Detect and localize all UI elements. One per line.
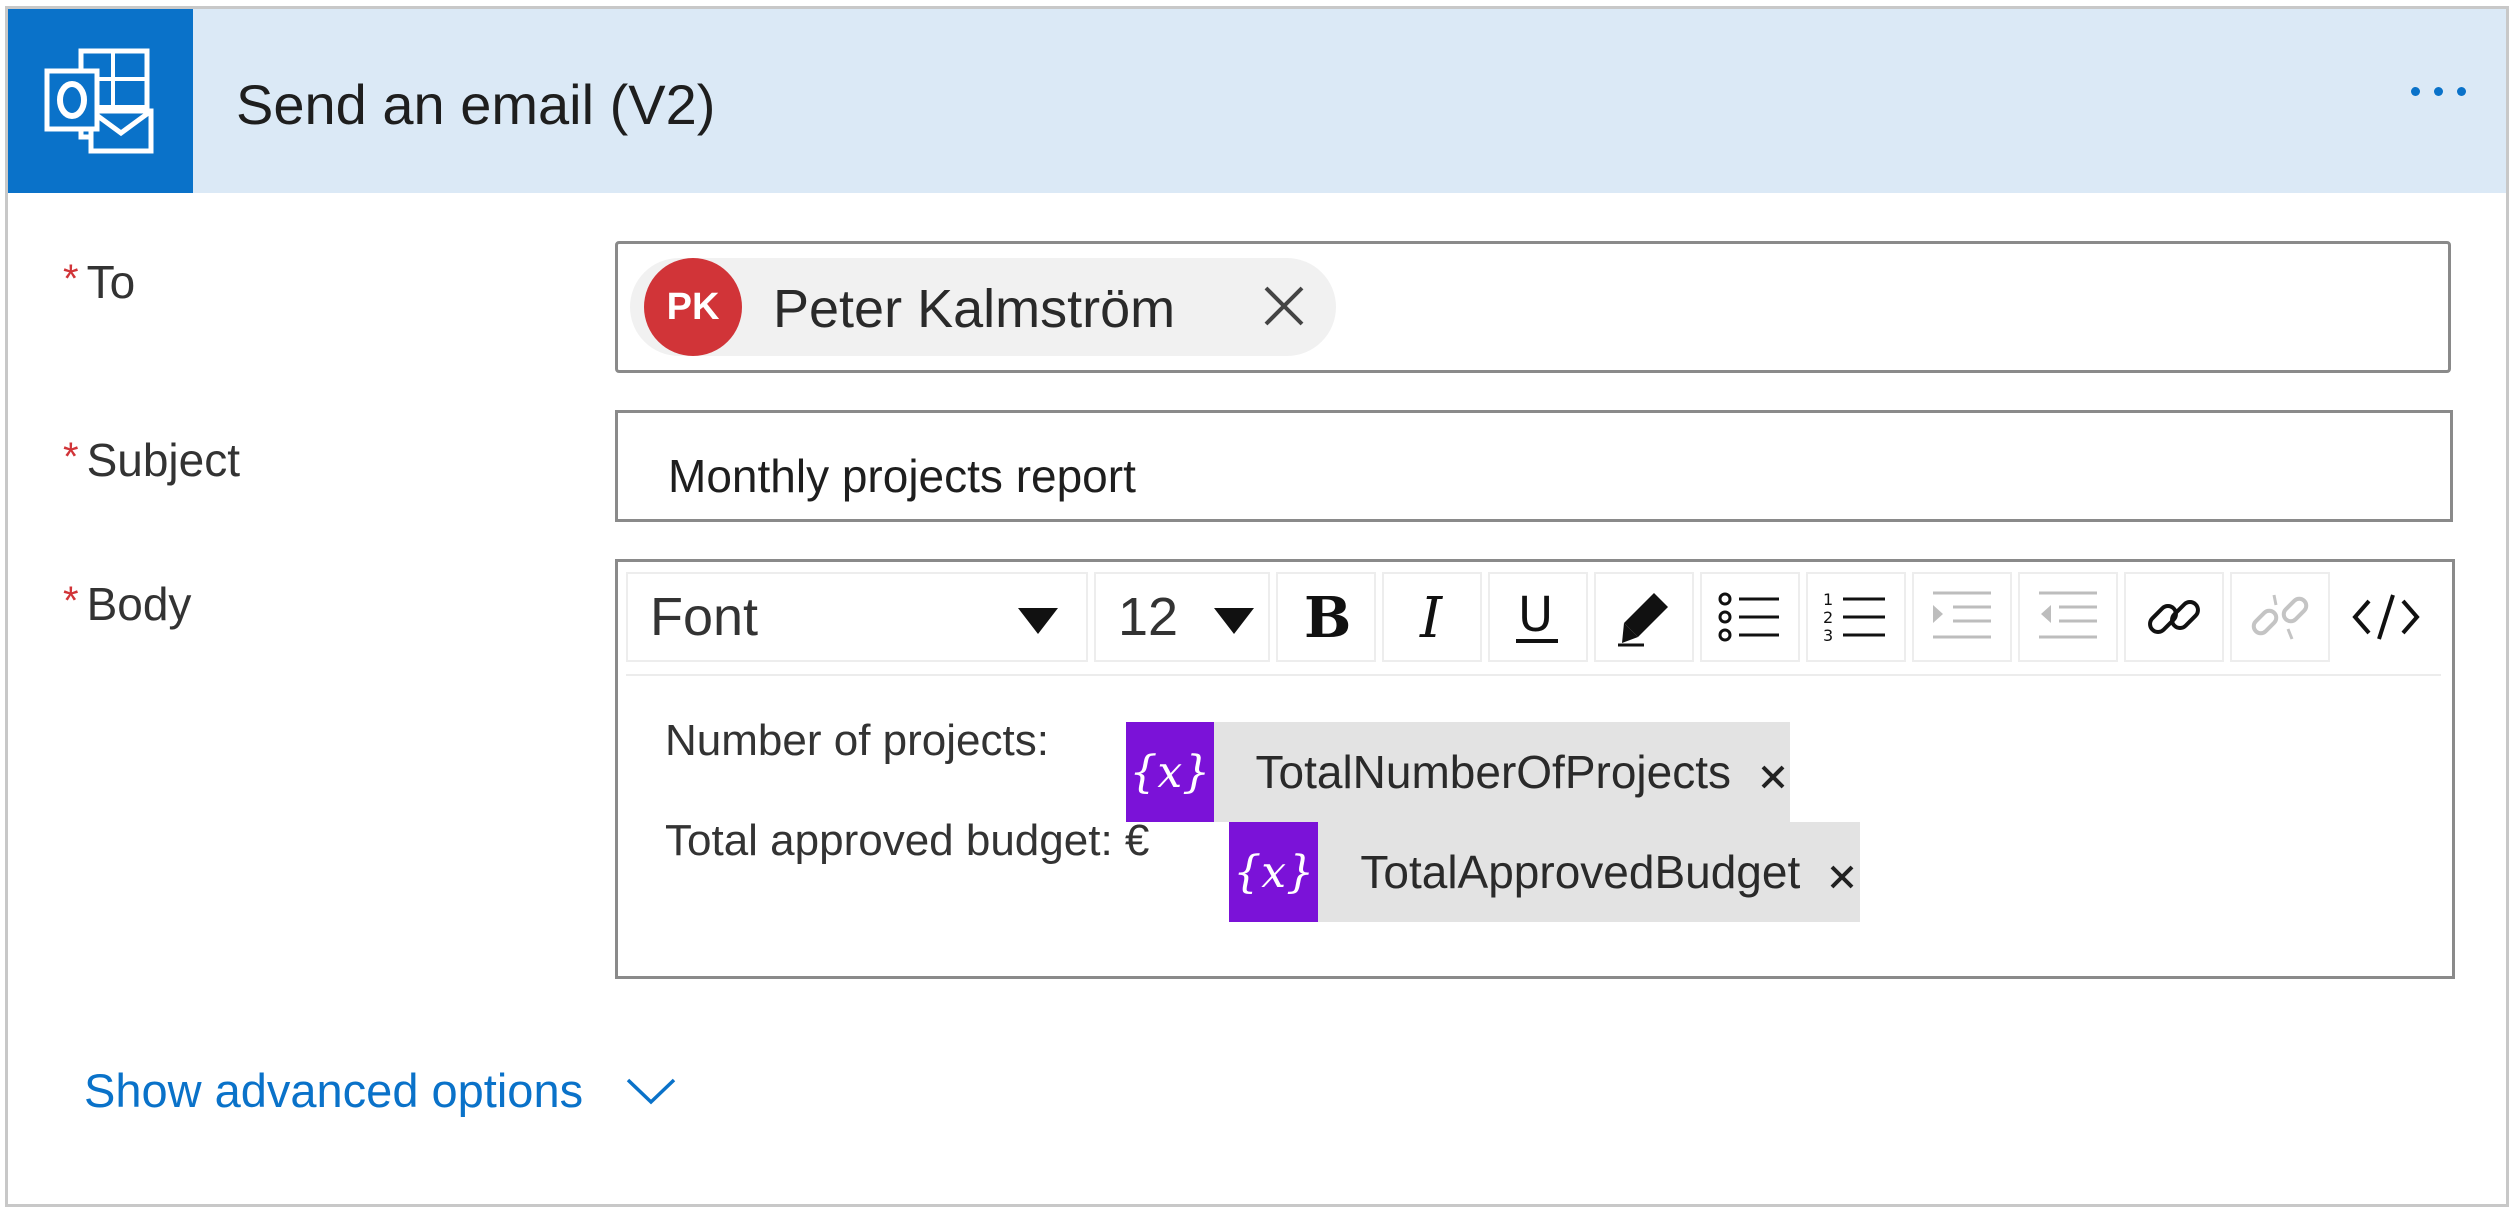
show-advanced-options-link[interactable]: Show advanced options [84,1063,677,1118]
required-marker: * [63,579,79,623]
token-label: TotalNumberOfProjects [1255,746,1732,798]
remove-recipient-icon[interactable] [1256,278,1312,334]
italic-icon[interactable]: I [1382,572,1482,662]
recipient-pill[interactable]: PK Peter Kalmström [630,258,1336,356]
remove-token-icon[interactable] [1755,757,1790,797]
variable-icon: {x} [1126,722,1214,822]
svg-text:3: 3 [1823,626,1833,645]
body-label: * Body [63,577,191,631]
dynamic-token[interactable]: {x} TotalApprovedBudget [1229,822,1860,922]
subject-input[interactable]: Monthly projects report [615,410,2453,522]
body-label-text: Body [86,578,192,630]
subject-value: Monthly projects report [668,450,1136,502]
bold-icon[interactable]: B [1276,572,1376,662]
indent-icon[interactable] [1912,572,2012,662]
dynamic-token[interactable]: {x} TotalNumberOfProjects [1126,722,1790,822]
font-select[interactable]: Font [626,572,1088,662]
remove-token-icon[interactable] [1824,857,1860,897]
caret-down-icon [1018,608,1058,634]
chevron-down-icon [626,1078,676,1104]
svg-text:U: U [1518,587,1553,643]
svg-text:I: I [1419,587,1444,647]
outdent-icon[interactable] [2018,572,2118,662]
recipient-name: Peter Kalmström [773,279,1176,339]
numbered-list-icon[interactable]: 1 2 3 [1806,572,1906,662]
outlook-icon [8,9,193,193]
unlink-icon[interactable] [2230,572,2330,662]
body-line-2-text: Total approved budget: € [665,816,1150,865]
action-title: Send an email (V2) [236,73,716,136]
more-options-icon[interactable] [2411,87,2466,96]
card-header[interactable]: Send an email (V2) [8,9,2506,193]
subject-label: * Subject [63,433,240,487]
body-line-1-text: Number of projects: [665,716,1049,765]
editor-toolbar: Font 12 B I U 1 2 3 [626,572,2441,676]
variable-icon: {x} [1229,822,1319,922]
avatar: PK [644,258,742,356]
bullet-list-icon[interactable] [1700,572,1800,662]
to-field[interactable]: PK Peter Kalmström [615,241,2451,373]
action-card: Send an email (V2) * To PK Peter Kalmströ… [5,6,2509,1207]
svg-text:B: B [1304,587,1351,647]
subject-label-text: Subject [86,434,241,486]
to-label-text: To [86,256,136,308]
underline-icon[interactable]: U [1488,572,1588,662]
font-size-value: 12 [1118,587,1179,647]
body-editor[interactable]: Font 12 B I U 1 2 3 Number of projects: … [615,559,2455,979]
advanced-options-label: Show advanced options [84,1064,584,1117]
svg-text:1: 1 [1823,590,1833,609]
required-marker: * [63,257,79,301]
font-size-select[interactable]: 12 [1094,572,1270,662]
link-icon[interactable] [2124,572,2224,662]
token-label: TotalApprovedBudget [1360,846,1801,898]
required-marker: * [63,435,79,479]
highlight-pen-icon[interactable] [1594,572,1694,662]
font-select-value: Font [650,587,759,647]
to-label: * To [63,255,135,309]
svg-text:2: 2 [1823,608,1833,627]
caret-down-icon [1214,608,1254,634]
code-view-icon[interactable] [2336,572,2436,662]
